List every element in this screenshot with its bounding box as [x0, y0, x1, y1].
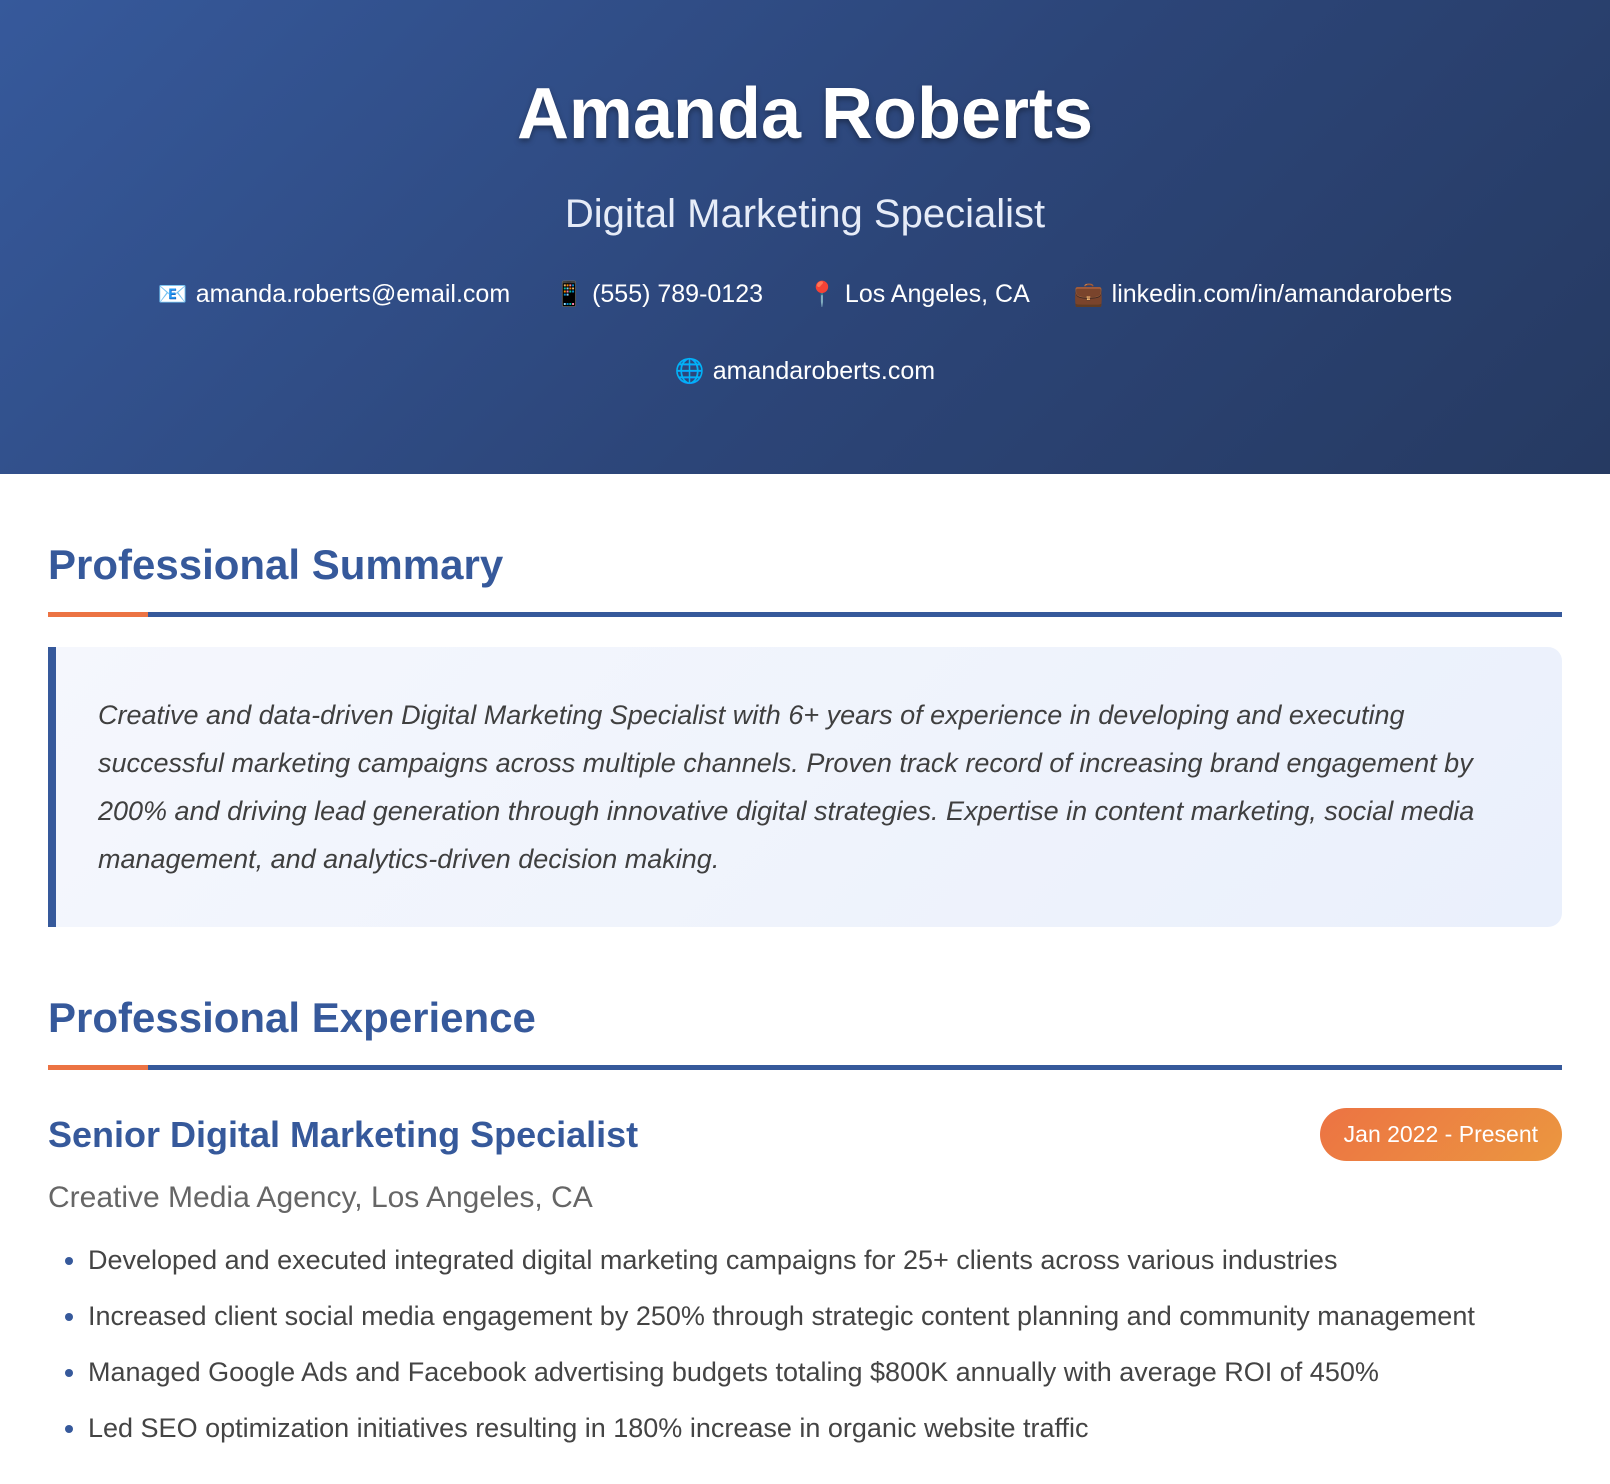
- contact-phone[interactable]: 📱 (555) 789-0123: [554, 280, 763, 309]
- summary-heading: Professional Summary: [48, 541, 504, 588]
- email-icon: 📧: [157, 281, 188, 308]
- candidate-name: Amanda Roberts: [516, 74, 1094, 154]
- job-entry: Senior Digital Marketing Specialist Jan …: [48, 1108, 1562, 1452]
- section-divider: [48, 1065, 1562, 1070]
- contact-website[interactable]: 🌐 amandaroberts.com: [675, 357, 935, 386]
- resume-header: Amanda Roberts Digital Marketing Special…: [0, 0, 1610, 474]
- experience-heading: Professional Experience: [48, 994, 536, 1041]
- contact-text: amanda.roberts@email.com: [195, 280, 511, 308]
- job-dates-badge: Jan 2022 - Present: [1319, 1108, 1562, 1161]
- list-item: Led SEO optimization initiatives resulti…: [88, 1405, 1562, 1452]
- contact-text: amandaroberts.com: [712, 357, 936, 385]
- list-item: Managed Google Ads and Facebook advertis…: [88, 1349, 1562, 1396]
- contact-text: linkedin.com/in/amandaroberts: [1111, 280, 1453, 308]
- job-company: Creative Media Agency, Los Angeles, CA: [48, 1181, 593, 1214]
- globe-icon: 🌐: [674, 358, 705, 385]
- list-item: Developed and executed integrated digita…: [88, 1237, 1562, 1284]
- list-item: Increased client social media engagement…: [88, 1293, 1562, 1340]
- resume-body: Professional Summary Creative and data-d…: [0, 544, 1610, 1452]
- briefcase-icon: 💼: [1073, 281, 1104, 308]
- contact-email[interactable]: 📧 amanda.roberts@email.com: [158, 280, 510, 309]
- contact-text: Los Angeles, CA: [844, 280, 1030, 308]
- contact-text: (555) 789-0123: [592, 280, 764, 308]
- contact-location: 📍 Los Angeles, CA: [807, 280, 1030, 309]
- location-pin-icon: 📍: [807, 281, 837, 308]
- candidate-title: Digital Marketing Specialist: [564, 192, 1046, 236]
- job-title: Senior Digital Marketing Specialist: [48, 1113, 639, 1155]
- job-bullets: Developed and executed integrated digita…: [48, 1237, 1562, 1452]
- summary-text: Creative and data-driven Digital Marketi…: [48, 647, 1562, 927]
- section-divider: [48, 612, 1562, 617]
- phone-icon: 📱: [554, 281, 585, 308]
- contact-linkedin[interactable]: 💼 linkedin.com/in/amandaroberts: [1074, 280, 1452, 309]
- contact-list: 📧 amanda.roberts@email.com 📱 (555) 789-012…: [80, 280, 1530, 386]
